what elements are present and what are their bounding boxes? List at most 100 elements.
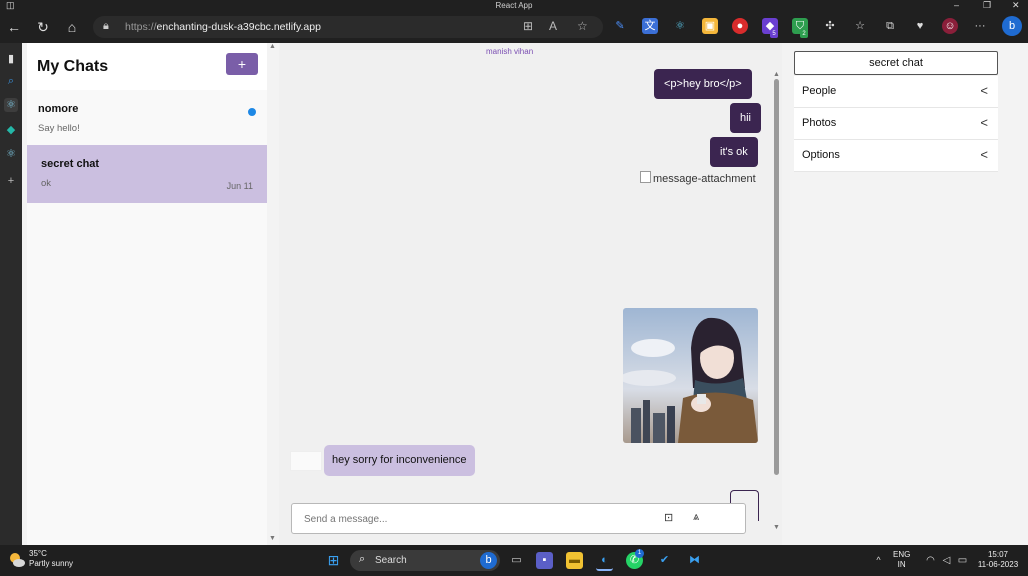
lock-icon[interactable]: 🔒︎ (103, 20, 109, 33)
send-icon[interactable]: ⩓ (693, 511, 699, 524)
read-aloud-icon[interactable]: A (549, 19, 557, 33)
message-composer: ⊡ ⩓ (291, 503, 746, 534)
scroll-up-icon[interactable]: ▲ (771, 71, 782, 78)
new-chat-button[interactable]: + (226, 53, 258, 75)
new-tab-icon[interactable]: + (4, 174, 18, 188)
scrollbar-thumb[interactable] (774, 79, 779, 475)
favorite-icon[interactable]: ☆ (577, 19, 588, 33)
outgoing-message: it's ok (710, 137, 758, 167)
todo-icon[interactable]: ✔ (656, 552, 673, 569)
photos-section[interactable]: Photos < (794, 108, 998, 140)
chat-name: nomore (38, 103, 79, 115)
sender-name: manish vihan (486, 47, 534, 56)
window-title-bar: ◫ React App – ❐ ✕ (0, 0, 1028, 11)
search-icon: ⌕ (359, 553, 366, 565)
notification-badge: 1 (635, 549, 644, 558)
partly-sunny-icon[interactable] (8, 551, 26, 569)
react-devtools-icon[interactable]: ⚛ (672, 18, 688, 34)
show-hidden-icons[interactable]: ^ (870, 552, 887, 569)
window-title: React App (495, 1, 533, 10)
section-label: People (802, 85, 837, 97)
close-window-button[interactable]: ✕ (1012, 0, 1020, 11)
wifi-icon[interactable]: ◠ (922, 552, 939, 569)
pen-extension-icon[interactable]: ✎ (612, 18, 628, 34)
outgoing-message: <p>hey bro</p> (654, 69, 752, 99)
purple-extension-badge: 5 (770, 30, 778, 38)
bing-chat-icon[interactable]: b (1002, 16, 1022, 36)
chat-date: Jun 11 (226, 181, 253, 191)
unread-indicator (248, 108, 256, 116)
health-icon[interactable]: ♥ (912, 18, 928, 34)
search-icon[interactable]: ⌕ (4, 74, 18, 88)
task-view-icon[interactable]: ▭ (508, 552, 525, 569)
section-label: Photos (802, 117, 837, 129)
record-extension-icon[interactable]: ● (732, 18, 748, 34)
react-tab-2-icon[interactable]: ⚛ (4, 147, 18, 161)
apps-icon[interactable]: ⊞ (523, 19, 533, 33)
start-windows-icon[interactable]: ⊞ (325, 552, 342, 569)
bing-icon[interactable]: b (480, 552, 497, 569)
section-label: Options (802, 149, 840, 161)
extensions-puzzle-icon[interactable]: ✣ (822, 18, 838, 34)
message-photo[interactable] (623, 308, 758, 443)
chevron-left-icon: < (980, 115, 988, 130)
incoming-message: hey sorry for inconvenience (324, 445, 475, 476)
collections-icon[interactable]: ⧉ (882, 18, 898, 34)
chat-title-field[interactable]: secret chat (794, 51, 998, 75)
outgoing-message: hii (730, 103, 762, 133)
react-tab-icon[interactable]: ⚛ (4, 98, 18, 112)
chevron-left-icon: < (980, 147, 988, 162)
battery-icon[interactable]: ▭ (954, 552, 971, 569)
taskbar-search[interactable]: ⌕ Search b (350, 550, 500, 571)
file-explorer-icon[interactable]: ▬ (566, 552, 583, 569)
minimize-button[interactable]: – (954, 0, 959, 11)
broken-image-icon (640, 171, 651, 183)
refresh-icon[interactable]: ↻ (33, 17, 53, 37)
edge-browser-icon[interactable]: ◐ (596, 552, 613, 571)
clock[interactable]: 15:07 11-06-2023 (975, 550, 1021, 570)
chat-list-item-active[interactable]: secret chat ok Jun 11 (27, 145, 267, 203)
chat-list-header: My Chats + (27, 43, 267, 90)
home-icon[interactable]: ⌂ (62, 17, 82, 37)
broken-attachment[interactable]: message-attachment (640, 171, 756, 185)
conversation-scrollbar[interactable]: ▲ ▼ (771, 43, 782, 545)
conversation-pane: manish vihan <p>hey bro</p> hii it's ok … (279, 43, 771, 545)
scroll-down-icon[interactable]: ▼ (771, 524, 782, 531)
shield-extension-badge: 2 (800, 30, 808, 38)
chat-list-scrollbar[interactable]: ▲ ▼ (267, 43, 278, 545)
maximize-button[interactable]: ❐ (983, 0, 991, 11)
people-section[interactable]: People < (794, 76, 998, 108)
url-text[interactable]: https://enchanting-dusk-a39cbc.netlify.a… (125, 16, 321, 38)
tab-actions-icon[interactable]: ▮ (4, 52, 18, 66)
notes-extension-icon[interactable]: ▣ (702, 18, 718, 34)
favorites-bar-icon[interactable]: ☆ (852, 18, 868, 34)
chat-details-panel: secret chat People < Photos < Options < (785, 43, 1028, 545)
browser-sidebar: ▮ ⌕ ⚛ ◆ ⚛ + (0, 43, 22, 545)
language-indicator[interactable]: ENG IN (893, 550, 910, 570)
more-options-icon[interactable]: ··· (972, 18, 988, 34)
chat-list-item[interactable]: nomore Say hello! (27, 90, 267, 148)
chat-preview: ok (41, 178, 52, 189)
anime-girl-image (623, 308, 758, 443)
options-section[interactable]: Options < (794, 140, 998, 172)
chat-preview: Say hello! (38, 123, 80, 134)
volume-icon[interactable]: ◁ (938, 552, 955, 569)
back-icon[interactable]: ← (4, 17, 24, 37)
sender-avatar (290, 451, 322, 471)
chat-name: secret chat (41, 158, 100, 170)
diamond-tab-icon[interactable]: ◆ (4, 123, 18, 137)
windows-taskbar: 35°C Partly sunny ⊞ ⌕ Search b ▭ ▪ ▬ ◐ ✆… (0, 545, 1028, 576)
image-upload-icon[interactable]: ⊡ (664, 511, 673, 524)
address-bar[interactable]: 🔒︎ https://enchanting-dusk-a39cbc.netlif… (93, 16, 603, 38)
teams-chat-icon[interactable]: ▪ (536, 552, 553, 569)
vscode-icon[interactable]: ⧓ (686, 552, 703, 569)
scroll-down-icon[interactable]: ▼ (267, 535, 278, 542)
translate-extension-icon[interactable]: 文 (642, 18, 658, 34)
profile-avatar-icon[interactable]: ☺ (942, 18, 958, 34)
chat-list-title: My Chats (37, 58, 109, 75)
message-input[interactable] (302, 508, 656, 531)
weather-widget[interactable]: 35°C Partly sunny (29, 549, 73, 569)
scroll-up-icon[interactable]: ▲ (267, 43, 278, 50)
chevron-left-icon: < (980, 83, 988, 98)
chat-list-panel: My Chats + nomore Say hello! secret chat… (27, 43, 267, 545)
